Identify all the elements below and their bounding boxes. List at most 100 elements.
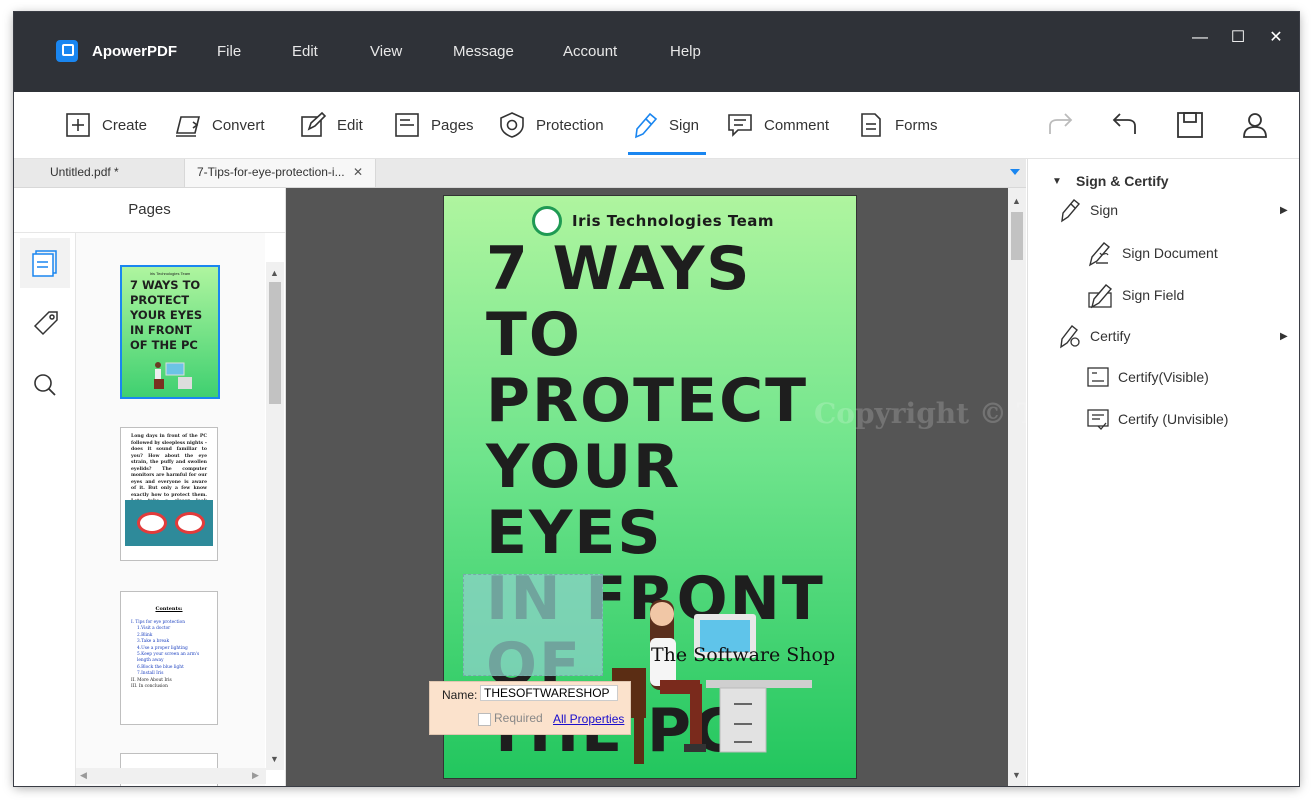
title-line: PROTECT xyxy=(486,366,809,436)
maximize-button[interactable]: ☐ xyxy=(1228,28,1248,48)
sign-label: Sign xyxy=(1090,202,1119,218)
active-tool-indicator xyxy=(628,152,706,155)
undo-icon[interactable] xyxy=(1109,110,1139,140)
scroll-down-icon[interactable]: ▼ xyxy=(1012,770,1021,780)
scrollbar-thumb[interactable] xyxy=(269,282,281,404)
field-properties-popup: Name: Required All Properties xyxy=(429,681,631,735)
forms-label: Forms xyxy=(895,116,938,134)
thumb3-items: I. Tips for eye protection 1.Visit a doc… xyxy=(121,612,217,690)
thumbnail-horizontal-scrollbar[interactable]: ◀ ▶ xyxy=(76,768,266,784)
close-button[interactable]: ✕ xyxy=(1266,28,1286,48)
certify-pen-icon xyxy=(1060,325,1080,349)
convert-button[interactable]: Convert xyxy=(174,110,265,140)
title-line: YOUR EYES xyxy=(486,432,682,568)
scroll-up-icon[interactable]: ▲ xyxy=(270,268,279,278)
sign-icon xyxy=(635,112,658,139)
sign-field-item[interactable]: Sign Field xyxy=(1086,281,1184,309)
certify-unvisible-label: Certify (Unvisible) xyxy=(1118,411,1229,427)
convert-label: Convert xyxy=(212,116,265,134)
search-button[interactable] xyxy=(20,360,70,410)
required-checkbox[interactable] xyxy=(478,713,491,726)
sign-submenu-arrow-icon: ▶ xyxy=(1280,205,1288,216)
menu-edit[interactable]: Edit xyxy=(292,43,318,60)
pages-icon xyxy=(395,113,419,137)
menu-message[interactable]: Message xyxy=(453,43,514,60)
close-tab-icon[interactable]: ✕ xyxy=(353,159,363,185)
create-button[interactable]: Create xyxy=(64,110,147,140)
collapse-caret-icon[interactable]: ▼ xyxy=(1052,176,1062,187)
page-team-heading: Iris Technologies Team xyxy=(572,212,775,230)
document-tabs: Untitled.pdf * 7-Tips-for-eye-protection… xyxy=(14,159,1026,188)
sign-document-label: Sign Document xyxy=(1122,245,1218,261)
certify-menu-item[interactable]: Certify xyxy=(1058,323,1130,349)
certify-visible-label: Certify(Visible) xyxy=(1118,369,1209,385)
thumbnail-vertical-scrollbar[interactable]: ▲ ▼ xyxy=(266,262,284,770)
page-thumbnail-2[interactable]: Long days in front of the PC followed by… xyxy=(120,427,218,561)
comment-button[interactable]: Comment xyxy=(726,110,829,140)
pages-label: Pages xyxy=(431,116,474,134)
scroll-up-icon[interactable]: ▲ xyxy=(1012,196,1021,206)
scroll-down-icon[interactable]: ▼ xyxy=(270,754,279,764)
tab-untitled[interactable]: Untitled.pdf * xyxy=(34,159,184,187)
edit-icon xyxy=(301,111,327,137)
all-properties-link[interactable]: All Properties xyxy=(553,712,624,726)
thumbnail-list[interactable]: Iris Technologies Team 7 WAYS TO PROTECT… xyxy=(76,233,265,786)
forms-button[interactable]: Forms xyxy=(857,110,938,140)
scrollbar-thumb[interactable] xyxy=(1011,212,1023,260)
menu-view[interactable]: View xyxy=(370,43,402,60)
pages-button[interactable]: Pages xyxy=(393,110,474,140)
certify-submenu-arrow-icon: ▶ xyxy=(1280,331,1288,342)
forms-icon xyxy=(861,113,881,137)
iris-logo-icon xyxy=(532,206,562,236)
sign-field-label: Sign Field xyxy=(1122,287,1185,303)
document-vertical-scrollbar[interactable]: ▲ ▼ xyxy=(1008,188,1026,786)
create-icon xyxy=(66,113,90,137)
save-icon[interactable] xyxy=(1175,110,1205,140)
document-view[interactable]: Iris Technologies Team 7 WAYS TO PROTECT… xyxy=(286,188,1008,786)
thumb2-illustration xyxy=(125,500,213,546)
main-toolbar: Create Convert Edit Pages Protection Sig… xyxy=(14,92,1299,159)
app-name: ApowerPDF xyxy=(92,43,178,60)
sign-menu-item[interactable]: Sign xyxy=(1058,197,1118,223)
title-line: 7 WAYS TO xyxy=(486,234,752,370)
scroll-right-icon[interactable]: ▶ xyxy=(252,770,259,781)
minimize-button[interactable]: — xyxy=(1190,28,1210,48)
sign-document-item[interactable]: Sign Document xyxy=(1086,239,1218,267)
edit-label: Edit xyxy=(337,116,363,134)
redo-icon[interactable] xyxy=(1046,110,1076,140)
sign-button[interactable]: Sign xyxy=(631,110,699,140)
edit-button[interactable]: Edit xyxy=(299,110,363,140)
bookmark-tag-icon xyxy=(33,311,58,336)
name-label: Name: xyxy=(442,688,478,702)
menu-file[interactable]: File xyxy=(217,43,241,60)
page-thumbnail-3[interactable]: Contents: I. Tips for eye protection 1.V… xyxy=(120,591,218,725)
protection-button[interactable]: Protection xyxy=(498,110,604,140)
tab-7-tips[interactable]: 7-Tips-for-eye-protection-i... ✕ xyxy=(184,159,376,187)
menu-help[interactable]: Help xyxy=(670,43,701,60)
thumb3-item: III. In conclusion xyxy=(131,684,168,690)
certify-visible-item[interactable]: Certify(Visible) xyxy=(1086,365,1209,389)
signature-field-box[interactable] xyxy=(463,574,603,676)
page-thumbnails-button[interactable] xyxy=(20,238,70,288)
convert-icon xyxy=(175,116,201,137)
certify-unvisible-icon xyxy=(1087,409,1109,430)
certify-visible-icon xyxy=(1087,367,1109,387)
user-icon[interactable] xyxy=(1240,110,1270,140)
bookmarks-button[interactable] xyxy=(20,299,70,349)
tabs-dropdown-icon[interactable] xyxy=(1010,169,1020,175)
thumb1-illustration xyxy=(154,362,192,389)
sign-certify-header[interactable]: Sign & Certify xyxy=(1076,173,1169,189)
required-label: Required xyxy=(494,711,543,725)
tab-7-tips-label: 7-Tips-for-eye-protection-i... xyxy=(197,165,345,179)
certify-unvisible-item[interactable]: Certify (Unvisible) xyxy=(1086,407,1228,431)
menu-account[interactable]: Account xyxy=(563,43,617,60)
thumb1-title: 7 WAYS TO PROTECT YOUR EYES IN FRONT OF … xyxy=(130,278,203,352)
tab-untitled-label: Untitled.pdf * xyxy=(50,165,119,179)
page-thumbnail-1[interactable]: Iris Technologies Team 7 WAYS TO PROTECT… xyxy=(120,265,220,399)
sign-document-icon xyxy=(1088,242,1111,267)
name-input[interactable] xyxy=(480,685,618,701)
certify-label: Certify xyxy=(1090,328,1131,344)
page-thumbnails-icon xyxy=(32,250,57,277)
panel-icon-column xyxy=(14,233,76,786)
scroll-left-icon[interactable]: ◀ xyxy=(80,770,87,781)
